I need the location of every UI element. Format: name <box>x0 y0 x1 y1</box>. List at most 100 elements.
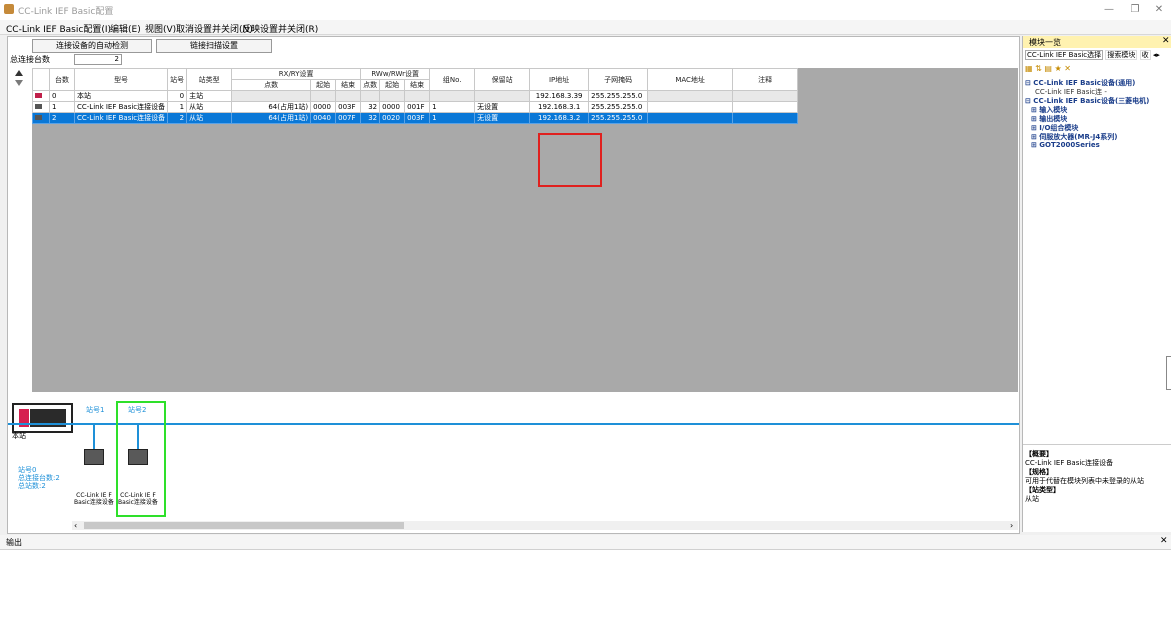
header-rww-rwr: RWw/RWr设置 <box>360 68 431 80</box>
cell-station-no[interactable]: 2 <box>167 112 188 124</box>
favorite-icon[interactable]: ★ <box>1054 64 1061 73</box>
table-row[interactable]: 0 本站 0 主站 192.168.3.39 255.255.255.0 <box>32 90 799 102</box>
output-close-icon[interactable]: ✕ <box>1160 536 1168 546</box>
cell-model[interactable]: CC-Link IEF Basic连接设备 <box>73 112 169 124</box>
header-rw-points: 点数 <box>360 79 381 91</box>
cell-rx-start[interactable] <box>310 90 337 102</box>
header-rw-end: 结束 <box>404 79 431 91</box>
cell-station-type[interactable]: 主站 <box>186 90 233 102</box>
cell-count[interactable]: 2 <box>49 112 75 124</box>
menu-bar: CC-Link IEF Basic配置(I) 编辑(E) 视图(V) 取消设置并… <box>0 20 1171 35</box>
scroll-down-icon[interactable] <box>15 80 23 86</box>
cell-mac[interactable] <box>647 90 734 102</box>
cell-rw-start[interactable]: 0000 <box>379 101 406 113</box>
cell-rx-end[interactable]: 007F <box>335 112 362 124</box>
cell-rx-points[interactable]: 64(占用1站) <box>231 101 312 113</box>
cell-group-no[interactable] <box>429 90 476 102</box>
view-icon[interactable]: ▤ <box>1044 64 1052 73</box>
cell-rx-points[interactable] <box>231 90 312 102</box>
cell-mac[interactable] <box>647 101 734 113</box>
cell-station-no[interactable]: 1 <box>167 101 188 113</box>
cell-ip[interactable]: 192.168.3.39 <box>529 90 590 102</box>
scrollbar-thumb[interactable] <box>84 522 404 529</box>
cell-count[interactable]: 0 <box>49 90 75 102</box>
cell-group-no[interactable]: 1 <box>429 112 476 124</box>
cell-rw-end[interactable]: 003F <box>404 112 431 124</box>
station-type-label: 【站类型】 <box>1025 486 1060 494</box>
cell-comment[interactable] <box>732 101 799 113</box>
cell-reserved[interactable]: 无设置 <box>474 101 531 113</box>
header-rx-start: 起始 <box>310 79 337 91</box>
tab-search-module[interactable]: 搜索模块 <box>1105 50 1138 60</box>
cell-station-type[interactable]: 从站 <box>186 101 233 113</box>
module-list-panel: 模块一览 ✕ CC-Link IEF Basic选择 搜索模块 收 ◂▸ ▦ ⇅… <box>1022 36 1171 532</box>
menu-view[interactable]: 视图(V) <box>145 22 176 35</box>
tab-favorites[interactable]: 收 <box>1139 50 1151 60</box>
cell-station-no[interactable]: 0 <box>167 90 188 102</box>
network-diagram: 本站 站号1 站号2 CC-Link IE F Basic连接设备 CC-Lin… <box>8 392 1019 519</box>
cell-comment[interactable] <box>732 112 799 124</box>
cell-rx-start[interactable]: 0000 <box>310 101 337 113</box>
minimize-button[interactable]: — <box>1098 2 1120 18</box>
panel-splitter-handle[interactable] <box>1166 356 1171 390</box>
device-table-area: 台数 型号 站号 站类型 RX/RY设置 RWw/RWr设置 组No. 保留站 … <box>32 68 1018 428</box>
tab-cc-link-select[interactable]: CC-Link IEF Basic选择 <box>1025 50 1104 60</box>
table-row-selected[interactable]: 2 CC-Link IEF Basic连接设备 2 从站 64(占用1站) 00… <box>32 112 799 124</box>
cell-rx-end[interactable]: 003F <box>335 101 362 113</box>
cell-rx-end[interactable] <box>335 90 362 102</box>
cell-rw-start[interactable]: 0020 <box>379 112 406 124</box>
cell-model[interactable]: CC-Link IEF Basic连接设备 <box>73 101 169 113</box>
cell-mac[interactable] <box>647 112 734 124</box>
header-station-no: 站号 <box>167 68 188 91</box>
cell-reserved[interactable] <box>474 90 531 102</box>
module-description: 【概要】 CC-Link IEF Basic连接设备 【规格】 可用于代替在模块… <box>1025 450 1171 504</box>
tree-got2000[interactable]: ⊞ GOT2000Series <box>1031 141 1100 149</box>
cell-subnet[interactable]: 255.255.255.0 <box>588 90 649 102</box>
cell-rw-end[interactable]: 001F <box>404 101 431 113</box>
menu-edit[interactable]: 编辑(E) <box>110 22 141 35</box>
scroll-up-icon[interactable] <box>15 70 23 76</box>
sort-icon[interactable]: ▦ <box>1025 64 1033 73</box>
device1-icon[interactable] <box>84 449 104 465</box>
header-mac: MAC地址 <box>647 68 734 91</box>
output-pane[interactable] <box>0 550 1171 633</box>
station1-label: 站号1 <box>86 406 105 414</box>
spec-text: 可用于代替在模块列表中未登录的从站 <box>1025 477 1144 485</box>
master-station-icon[interactable] <box>12 403 73 433</box>
cell-rx-start[interactable]: 0040 <box>310 112 337 124</box>
cell-group-no[interactable]: 1 <box>429 101 476 113</box>
close-icon[interactable]: ✕ <box>1148 2 1170 18</box>
delete-icon[interactable]: ✕ <box>1064 64 1071 73</box>
cell-ip[interactable]: 192.168.3.1 <box>529 101 590 113</box>
cell-ip[interactable]: 192.168.3.2 <box>529 112 590 124</box>
cell-subnet[interactable]: 255.255.255.0 <box>588 101 649 113</box>
cell-reserved[interactable]: 无设置 <box>474 112 531 124</box>
cell-station-type[interactable]: 从站 <box>186 112 233 124</box>
cell-rw-start[interactable] <box>379 90 406 102</box>
cell-comment[interactable] <box>732 90 799 102</box>
restore-icon[interactable]: ❐ <box>1124 2 1146 18</box>
info-total-stations: 总站数:2 <box>18 482 46 490</box>
scroll-left-icon[interactable]: ‹ <box>74 521 77 530</box>
header-comment: 注释 <box>732 68 799 91</box>
cell-subnet[interactable]: 255.255.255.0 <box>588 112 649 124</box>
link-scan-settings-button[interactable]: 链接扫描设置 <box>156 39 272 53</box>
cell-model[interactable]: 本站 <box>73 90 169 102</box>
cell-count[interactable]: 1 <box>49 101 75 113</box>
menu-cc-link[interactable]: CC-Link IEF Basic配置(I) <box>6 22 111 35</box>
table-row[interactable]: 1 CC-Link IEF Basic连接设备 1 从站 64(占用1站) 00… <box>32 101 799 113</box>
panel-close-icon[interactable]: ✕ <box>1162 36 1170 46</box>
cell-rw-points[interactable] <box>360 90 381 102</box>
tab-scroll-icon[interactable]: ◂▸ <box>1153 51 1160 59</box>
scroll-right-icon[interactable]: › <box>1010 521 1013 530</box>
horizontal-scrollbar[interactable]: ‹ › <box>72 521 1018 530</box>
total-count-field[interactable]: 2 <box>74 54 122 65</box>
cell-rx-points[interactable]: 64(占用1站) <box>231 112 312 124</box>
header-rx-points: 点数 <box>231 79 312 91</box>
sort-az-icon[interactable]: ⇅ <box>1035 64 1042 73</box>
cell-rw-points[interactable]: 32 <box>360 101 381 113</box>
menu-apply-close[interactable]: 反映设置并关闭(R) <box>242 22 318 35</box>
auto-detect-button[interactable]: 连接设备的自动检测 <box>32 39 152 53</box>
cell-rw-end[interactable] <box>404 90 431 102</box>
cell-rw-points[interactable]: 32 <box>360 112 381 124</box>
